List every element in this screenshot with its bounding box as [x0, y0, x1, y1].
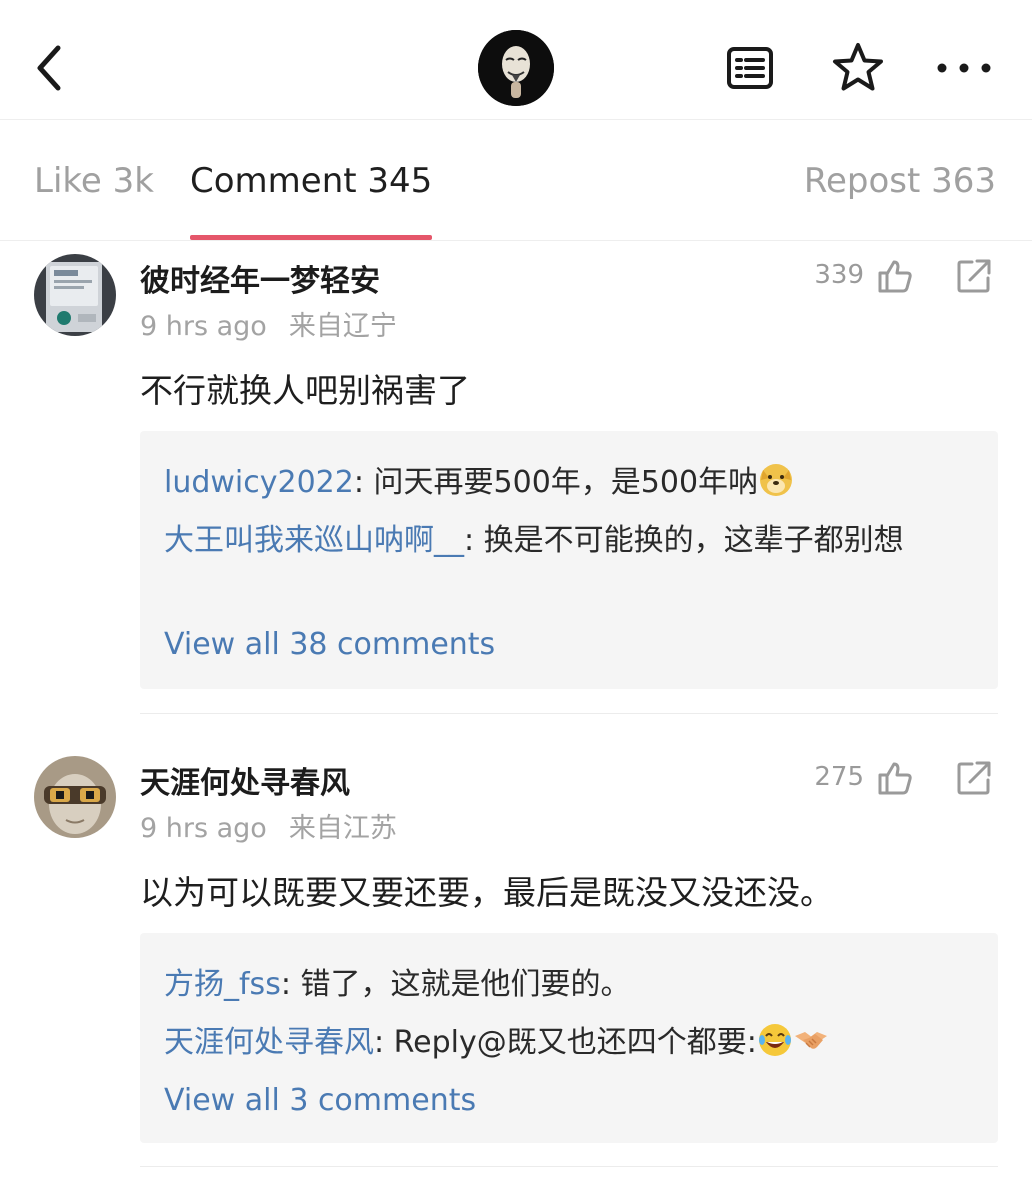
reply-text: 错了，这就是他们要的。 [300, 967, 631, 1002]
view-all-replies-link[interactable]: View all 3 comments [164, 1083, 476, 1118]
reply-preview-box[interactable]: 方扬_fss: 错了，这就是他们要的。 天涯何处寻春风: Reply@既又也还四… [140, 933, 998, 1143]
reply-username[interactable]: 方扬_fss [164, 967, 281, 1002]
mask-avatar-image [478, 30, 554, 106]
reply-text: 问天再要500年，是500年呐 [373, 465, 759, 500]
reply-username[interactable]: 大王叫我来巡山呐啊__ [164, 523, 464, 558]
avatar[interactable] [34, 254, 116, 336]
reply-separator: : [353, 465, 374, 500]
star-icon [833, 43, 883, 91]
comment-meta: 9 hrs ago 来自江苏 [140, 806, 397, 845]
thumbs-up-icon[interactable] [874, 758, 914, 798]
author-avatar[interactable] [478, 30, 554, 106]
share-icon[interactable] [954, 256, 994, 296]
reply-separator: : [464, 523, 484, 558]
tab-like[interactable]: Like 3k [34, 161, 154, 201]
goggles-avatar-image [34, 756, 116, 838]
back-button[interactable] [28, 40, 72, 96]
tab-bar: Like 3k Comment 345 Repost 363 [0, 121, 1032, 241]
comment-username[interactable]: 彼时经年一梦轻安 [140, 256, 380, 300]
reply-separator: : [374, 1025, 394, 1060]
comment-username[interactable]: 天涯何处寻春风 [140, 758, 350, 802]
more-dots-icon [937, 63, 991, 73]
top-bar [0, 0, 1032, 120]
reply-item: 方扬_fss: 错了，这就是他们要的。 [164, 963, 984, 1007]
handshake-emoji-icon [794, 1032, 827, 1049]
reply-item: 天涯何处寻春风: Reply@既又也还四个都要: [164, 1021, 984, 1065]
reader-icon [727, 47, 773, 89]
comment-divider [140, 713, 998, 714]
avatar[interactable] [34, 756, 116, 838]
comment-text: 以为可以既要又要还要，最后是既没又没还没。 [140, 873, 833, 912]
hard-drive-avatar-image [34, 254, 116, 336]
reply-preview-box[interactable]: ludwicy2022: 问天再要500年，是500年呐 大王叫我来巡山呐啊__… [140, 431, 998, 689]
share-icon[interactable] [954, 758, 994, 798]
reply-separator: : [280, 967, 301, 1002]
more-button[interactable] [934, 52, 994, 84]
comment-location: 来自辽宁 [288, 311, 397, 342]
weibo-comments-screen: Like 3k Comment 345 Repost 363 彼时经年一梦轻安 … [0, 0, 1032, 1200]
tab-comment[interactable]: Comment 345 [190, 161, 432, 201]
favorite-button[interactable] [830, 40, 886, 96]
reply-item: 大王叫我来巡山呐啊__: 换是不可能换的，这辈子都别想 [164, 519, 984, 563]
reply-username[interactable]: ludwicy2022 [164, 465, 354, 500]
comment-text: 不行就换人吧别祸害了 [140, 371, 470, 410]
chevron-left-icon [37, 45, 61, 91]
doge-emoji-icon [760, 464, 793, 496]
comment-item: 天涯何处寻春风 9 hrs ago 来自江苏 275 以为可以既要又要还要，最后是… [0, 744, 1032, 1168]
comment-meta: 9 hrs ago 来自辽宁 [140, 304, 397, 343]
reply-text: 换是不可能换的，这辈子都别想 [483, 523, 904, 558]
like-count: 339 [814, 260, 864, 290]
comment-item: 彼时经年一梦轻安 9 hrs ago 来自辽宁 339 不行就换人吧别祸害了 lu… [0, 242, 1032, 714]
reply-text: Reply@既又也还四个都要: [393, 1025, 757, 1060]
reply-item: ludwicy2022: 问天再要500年，是500年呐 [164, 461, 984, 505]
thumbs-up-icon[interactable] [874, 256, 914, 296]
tab-repost[interactable]: Repost 363 [804, 161, 996, 201]
active-tab-indicator [190, 235, 432, 240]
comment-divider [140, 1166, 998, 1167]
like-count: 275 [814, 762, 864, 792]
reply-username[interactable]: 天涯何处寻春风 [164, 1025, 374, 1060]
view-all-replies-link[interactable]: View all 38 comments [164, 627, 495, 662]
reader-button[interactable] [724, 44, 776, 92]
comment-location: 来自江苏 [288, 813, 397, 844]
comment-time: 9 hrs ago [140, 813, 267, 844]
comment-time: 9 hrs ago [140, 311, 267, 342]
laugh-cry-emoji-icon [758, 1024, 791, 1056]
